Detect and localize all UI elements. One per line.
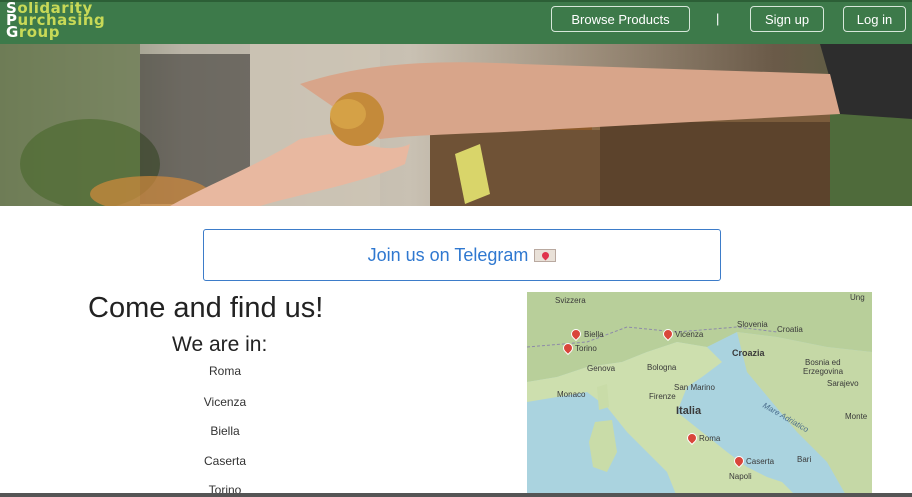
map-label-torino: Torino: [575, 344, 597, 353]
find-us-title: Come and find us!: [88, 292, 324, 324]
city-caserta: Caserta: [203, 454, 247, 468]
browse-products-button[interactable]: Browse Products: [551, 6, 690, 32]
map-label-ung: Ung: [850, 293, 865, 302]
location-map[interactable]: Svizzera Ung Slovenia Croatia Croazia Bo…: [527, 292, 872, 497]
city-vicenza: Vicenza: [203, 395, 247, 409]
map-label-montenegro: Monte: [845, 412, 868, 421]
hero-image: [0, 44, 912, 206]
map-label-erzegovina: Erzegovina: [803, 367, 844, 376]
city-roma: Roma: [208, 364, 241, 378]
map-label-monaco: Monaco: [557, 390, 586, 399]
map-label-svizzera: Svizzera: [555, 296, 586, 305]
city-biella: Biella: [210, 424, 240, 438]
telegram-label: Join us on Telegram: [367, 244, 529, 265]
navbar: Solidarity Purchasing Group Browse Produ…: [0, 0, 912, 44]
map-label-sanmarino: San Marino: [674, 383, 715, 392]
map-label-genova: Genova: [587, 364, 616, 373]
map-label-sarajevo: Sarajevo: [827, 379, 859, 388]
login-button[interactable]: Log in: [843, 6, 906, 32]
map-label-firenze: Firenze: [649, 392, 676, 401]
map-label-bologna: Bologna: [647, 363, 677, 372]
map-label-slovenia: Slovenia: [737, 320, 768, 329]
nav-separator: |: [716, 11, 720, 26]
map-label-caserta: Caserta: [746, 457, 775, 466]
map-label-italia: Italia: [676, 405, 702, 417]
map-label-roma: Roma: [699, 434, 721, 443]
site-logo[interactable]: Solidarity Purchasing Group: [6, 2, 124, 44]
love-letter-icon: [534, 248, 557, 262]
signup-button[interactable]: Sign up: [750, 6, 824, 32]
map-label-napoli: Napoli: [729, 472, 752, 481]
map-label-bari: Bari: [797, 455, 812, 464]
map-label-biella: Biella: [584, 330, 604, 339]
map-label-croatia: Croatia: [777, 325, 803, 334]
hero-illustration: [0, 44, 912, 206]
map-label-vicenza: Vicenza: [675, 330, 704, 339]
join-telegram-button[interactable]: Join us on Telegram: [203, 229, 721, 281]
we-are-in-subtitle: We are in:: [172, 333, 268, 356]
map-label-croazia: Croazia: [732, 348, 765, 358]
bottom-scroll-edge: [0, 493, 912, 497]
map-label-bosnia: Bosnia ed: [805, 358, 841, 367]
